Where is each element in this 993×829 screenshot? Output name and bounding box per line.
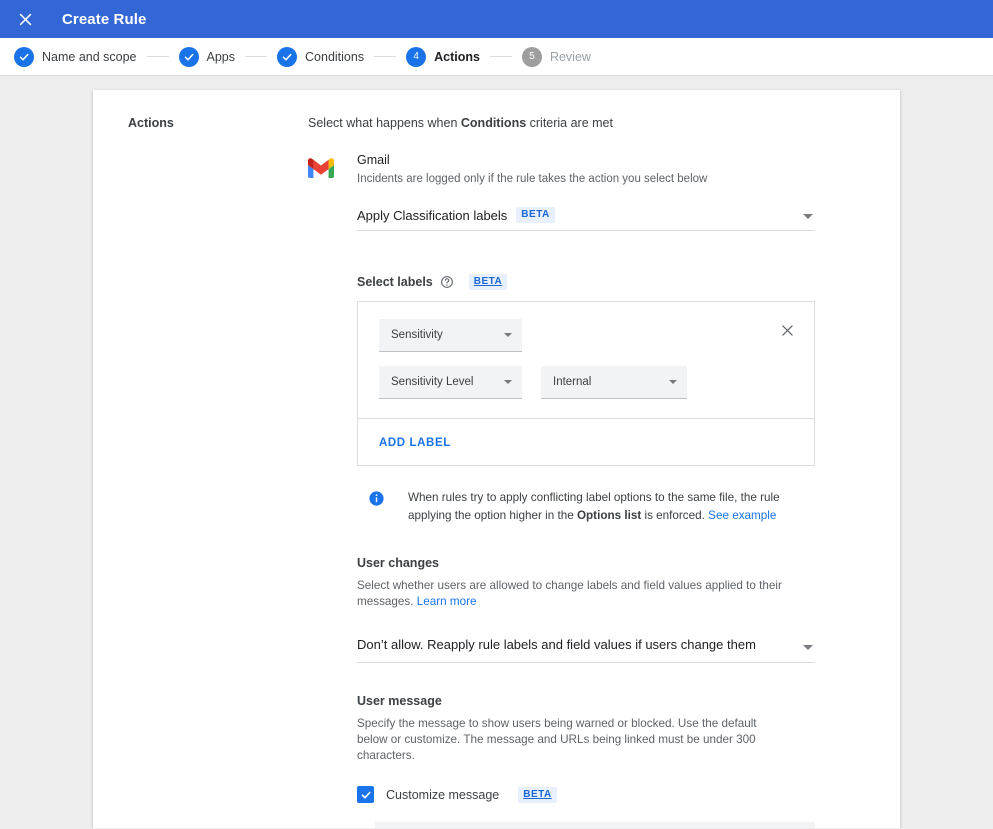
intro-bold: Conditions xyxy=(460,116,527,130)
user-message-heading: User message xyxy=(357,694,442,708)
app-bar: Create Rule xyxy=(0,0,993,38)
step-number-badge: 4 xyxy=(406,46,427,67)
stepper-label: Review xyxy=(549,49,591,64)
note-text-part-2: is enforced. xyxy=(641,509,709,522)
customize-message-checkbox[interactable] xyxy=(357,786,374,803)
app-name: Gmail xyxy=(357,153,390,167)
intro-suffix: criteria are met xyxy=(526,116,613,130)
beta-badge[interactable]: BETA xyxy=(468,274,508,290)
stepper-item-actions[interactable]: 4 Actions xyxy=(406,46,480,67)
labels-panel: Sensitivity Sensitivity Level Internal A… xyxy=(357,301,815,466)
select-labels-heading: Select labels BETA xyxy=(357,274,815,290)
intro-prefix: Select what happens when xyxy=(308,116,461,130)
action-type-select[interactable]: Apply Classification labels BETA xyxy=(357,201,815,231)
stepper-label: Actions xyxy=(434,49,480,64)
label-taxonomy-value: Sensitivity xyxy=(391,329,443,341)
step-number-badge: 5 xyxy=(521,46,542,67)
label-taxonomy-select[interactable]: Sensitivity xyxy=(379,319,522,352)
action-type-value: Apply Classification labels xyxy=(357,207,508,223)
chevron-down-icon xyxy=(504,333,512,337)
step-check-icon xyxy=(277,46,298,67)
label-value-value: Internal xyxy=(553,376,592,388)
app-body: Gmail Incidents are logged only if the r… xyxy=(357,151,815,828)
user-changes-select-value: Don’t allow. Reapply rule labels and fie… xyxy=(357,637,756,652)
note-bold: Options list xyxy=(576,509,642,522)
see-example-link[interactable]: See example xyxy=(708,509,776,522)
beta-badge[interactable]: BETA xyxy=(518,786,557,803)
gmail-icon xyxy=(308,158,334,178)
stepper-divider xyxy=(374,56,397,57)
app-subtitle: Incidents are logged only if the rule ta… xyxy=(357,173,708,185)
actions-card: Actions Select what happens when Conditi… xyxy=(93,90,900,828)
user-changes-description: Select whether users are allowed to chan… xyxy=(357,578,787,610)
close-icon[interactable] xyxy=(12,6,38,32)
remove-label-button[interactable] xyxy=(776,319,798,341)
page-title: Create Rule xyxy=(62,10,147,28)
stepper-divider xyxy=(146,56,169,57)
conflict-info-text: When rules try to apply conflicting labe… xyxy=(408,489,815,525)
label-field-row: Sensitivity Level Internal xyxy=(379,366,794,399)
customize-message-label: Customize message xyxy=(386,787,500,802)
stepper-label: Conditions xyxy=(305,49,365,64)
stepper-item-conditions[interactable]: Conditions xyxy=(277,46,365,67)
chevron-down-icon xyxy=(803,213,813,219)
label-group: Sensitivity Sensitivity Level Internal xyxy=(358,302,814,419)
app-row-gmail: Gmail Incidents are logged only if the r… xyxy=(308,151,815,828)
card-left-column: Actions xyxy=(93,90,308,828)
section-title: Actions xyxy=(128,116,174,130)
stepper-divider xyxy=(245,56,268,57)
add-label-row: ADD LABEL xyxy=(358,419,814,465)
stepper-item-name-and-scope[interactable]: Name and scope xyxy=(14,46,137,67)
user-changes-heading: User changes xyxy=(357,556,439,570)
chevron-down-icon xyxy=(504,380,512,384)
step-check-icon xyxy=(178,46,199,67)
stepper-item-apps[interactable]: Apps xyxy=(178,46,236,67)
intro-text: Select what happens when Conditions crit… xyxy=(308,116,815,130)
stepper: Name and scope Apps Conditions 4 Actions… xyxy=(0,38,993,76)
card-right-column: Select what happens when Conditions crit… xyxy=(308,90,900,828)
chevron-down-icon xyxy=(669,380,677,384)
stepper-label: Name and scope xyxy=(42,49,137,64)
step-check-icon xyxy=(14,46,34,67)
page-body: Actions Select what happens when Conditi… xyxy=(0,76,993,828)
label-value-select[interactable]: Internal xyxy=(541,366,687,399)
user-changes-select[interactable]: Don’t allow. Reapply rule labels and fie… xyxy=(357,631,815,663)
add-label-button[interactable]: ADD LABEL xyxy=(379,437,451,449)
stepper-divider xyxy=(489,56,512,57)
customize-message-row: Customize message BETA xyxy=(357,786,815,803)
label-taxonomy-row: Sensitivity xyxy=(379,319,794,352)
label-field-value: Sensitivity Level xyxy=(391,376,474,388)
user-message-textarea[interactable]: Your message contains information about … xyxy=(375,822,815,828)
label-field-select[interactable]: Sensitivity Level xyxy=(379,366,522,399)
user-message-description: Specify the message to show users being … xyxy=(357,717,757,762)
info-icon xyxy=(368,490,385,507)
help-circle-icon[interactable] xyxy=(440,275,454,289)
beta-badge: BETA xyxy=(516,207,555,223)
chevron-down-icon xyxy=(803,644,813,650)
stepper-item-review[interactable]: 5 Review xyxy=(521,46,591,67)
conflict-info-note: When rules try to apply conflicting labe… xyxy=(357,489,815,525)
stepper-label: Apps xyxy=(206,49,236,64)
select-labels-label: Select labels xyxy=(357,275,433,289)
learn-more-link[interactable]: Learn more xyxy=(417,595,477,608)
